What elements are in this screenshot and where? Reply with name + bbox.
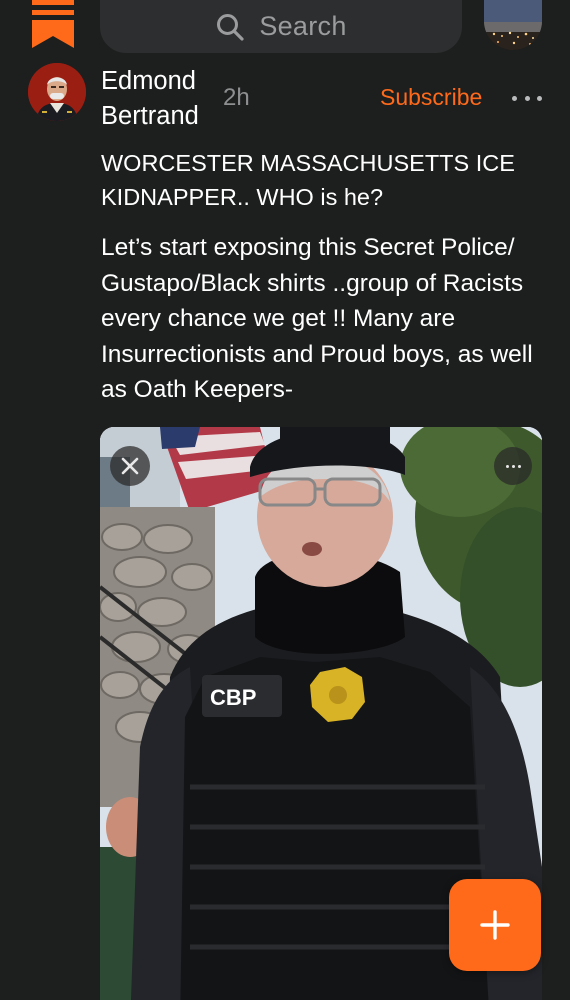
user-avatar[interactable] — [484, 0, 542, 50]
author-avatar[interactable] — [28, 63, 86, 121]
post-title: WORCESTER MASSACHUSETTS ICE KIDNAPPER.. … — [101, 150, 515, 210]
dot — [512, 96, 517, 101]
dot — [517, 464, 521, 468]
search-icon — [217, 13, 244, 41]
media-more-options-icon[interactable] — [494, 447, 532, 485]
substack-logo-icon[interactable] — [32, 0, 74, 48]
author-name[interactable]: Edmond Bertrand — [101, 64, 221, 134]
close-media-button[interactable] — [110, 446, 150, 486]
search-placeholder: Search — [259, 11, 347, 41]
dot — [537, 96, 542, 101]
dot — [524, 96, 530, 101]
dot — [511, 464, 515, 468]
post-timestamp: 2h — [223, 84, 250, 111]
post-body: Let’s start exposing this Secret Police/… — [101, 234, 533, 403]
more-options-icon[interactable] — [512, 96, 542, 102]
compose-button[interactable] — [449, 879, 541, 971]
subscribe-button[interactable]: Subscribe — [380, 84, 482, 111]
plus-icon — [480, 910, 510, 940]
search-bar[interactable]: Search — [100, 0, 462, 53]
cbp-patch-text: CBP — [210, 685, 256, 710]
close-icon — [121, 457, 139, 475]
dot — [505, 464, 509, 468]
